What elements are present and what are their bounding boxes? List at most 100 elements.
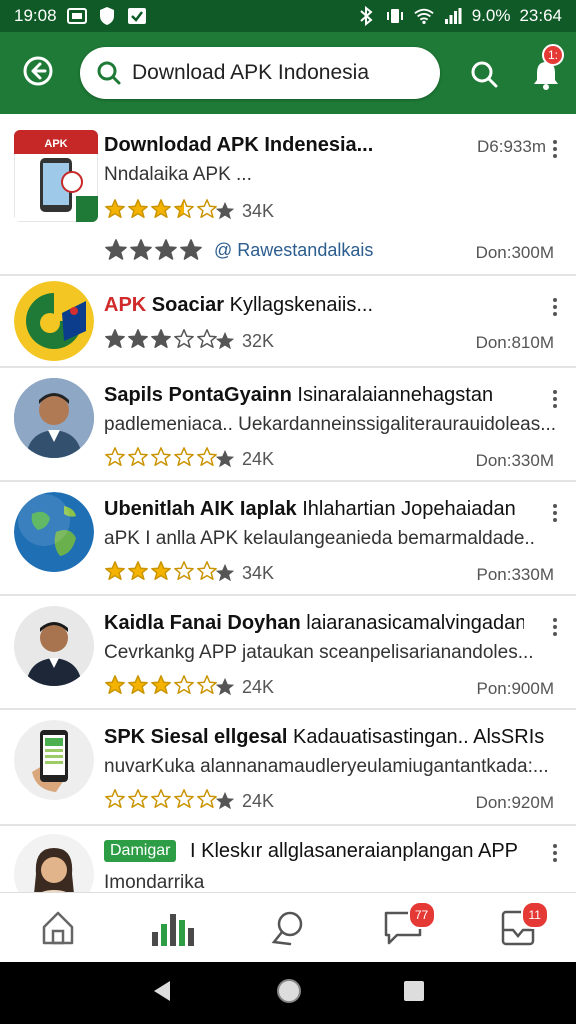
person-avatar [14,606,94,686]
star-icon [174,447,194,466]
list-item[interactable]: Kaidla Fanai Doyhan laiaranasicamalvinga… [0,596,576,710]
app-title[interactable]: Damigar I Kleskır allglasaneraianplangan… [104,840,524,863]
star-icon [105,675,125,694]
app-thumbnail [14,378,94,458]
star-icon [151,199,171,218]
rating-value: 34K [242,200,275,221]
app-subtitle: Cevrkankg APP jataukan sceanpelisarianan… [104,642,534,663]
phone-in-hand [14,720,94,800]
nav-home[interactable] [0,893,115,963]
app-title[interactable]: SPK Siesal ellgesal Kadauatisastingan.. … [104,726,544,749]
globe-image [14,492,94,572]
list-item[interactable]: Sapils PontaGyainn Isinaralaiannehagstan… [0,368,576,482]
bottom-navigation: 77 11 [0,892,576,962]
list-item[interactable]: APK Soaciar Kyllagskenaiis... 32K Don:81… [0,276,576,368]
app-subtitle: aPK I anlla APK kelaulangeanieda bemarma… [104,528,535,549]
title-main: Ubenitlah AIK Iaplak [104,498,297,520]
title-highlight: APK [104,294,147,316]
download-count: Don:330M [475,451,554,470]
title-rest: Isinaralaiannehagstan [297,384,494,406]
status-clock: 23:64 [519,6,562,25]
star-icon [128,789,148,808]
inbox-badge: 11 [520,901,549,929]
app-size: D6:933m [477,137,546,156]
more-options-button[interactable] [550,138,560,160]
star-icon [151,447,171,466]
star-rating [104,328,218,350]
star-icon [215,791,235,810]
star-icon [105,239,127,260]
star-icon [174,789,194,808]
star-icon [174,199,194,218]
star-icon [128,561,148,580]
app-title[interactable]: Downlodad APK Indenesia... [104,134,384,157]
app-title[interactable]: APK Soaciar Kyllagskenaiis... [104,294,464,317]
app-title[interactable]: Ubenitlah AIK Iaplak Ihlahartian Jopehai… [104,498,524,521]
star-icon [128,447,148,466]
more-options-button[interactable] [550,296,560,318]
list-item[interactable]: APK Downlodad APK Indenesia... D6:933m N… [0,114,576,276]
star-icon [174,329,194,348]
rating-value: 24K [242,790,275,811]
nav-explore[interactable] [230,893,345,963]
more-options-button[interactable] [550,502,560,524]
nav-inbox[interactable]: 11 [461,893,576,963]
star-icon [151,329,171,348]
search-button[interactable] [466,56,502,92]
star-icon [105,789,125,808]
back-button[interactable] [18,51,58,91]
developer-link[interactable]: @ Rawestandalkais [214,240,373,261]
star-icon [128,675,148,694]
star-icon [180,239,202,260]
search-bar[interactable] [80,47,440,99]
app-title[interactable]: Kaidla Fanai Doyhan laiaranasicamalvinga… [104,612,524,635]
title-rest: Ihlahartian Jopehaiadan [302,498,516,520]
rating-count: 24K [214,448,274,470]
star-icon [128,199,148,218]
star-icon [215,331,235,350]
list-item[interactable]: SPK Siesal ellgesal Kadauatisastingan.. … [0,710,576,826]
more-options-button[interactable] [550,388,560,410]
star-icon [174,675,194,694]
nav-charts[interactable] [115,893,230,963]
notification-badge: 1: [542,44,564,66]
nav-messages[interactable]: 77 [346,893,461,963]
back-triangle-icon [153,980,170,1001]
shield-icon [97,6,117,26]
battery-percent: 9.0% [471,6,511,25]
person-avatar [14,834,94,892]
sim-icon [66,6,87,26]
search-input[interactable] [132,61,412,85]
notifications-button[interactable]: 1: [528,44,564,94]
star-rating [104,674,218,696]
app-subtitle: Imondarrika [104,872,205,892]
title-main: SPK Siesal ellgesal [104,726,288,748]
star-rating [104,198,218,220]
app-subtitle: Nndalaika APK ... [104,164,252,185]
system-back-button[interactable] [150,978,176,1009]
system-home-button[interactable] [275,977,303,1010]
app-subtitle: padlemeniaca.. Uekardanneinssigaliteraur… [104,414,556,435]
app-title[interactable]: Sapils PontaGyainn Isinaralaiannehagstan [104,384,524,407]
download-count: Don:810M [475,333,554,352]
more-options-button[interactable] [550,616,560,638]
system-navigation-bar [0,962,576,1024]
wifi-icon [414,6,434,26]
system-recents-button[interactable] [402,979,426,1008]
status-bar: 19:08 9.0% 23:64 [0,0,576,32]
list-item[interactable]: Ubenitlah AIK Iaplak Ihlahartian Jopehai… [0,482,576,596]
star-icon [105,199,125,218]
title-rest: Kyllagskenaiis... [229,294,374,316]
app-thumbnail [14,606,94,686]
app-thumbnail [14,720,94,800]
star-icon [151,561,171,580]
star-icon [105,329,125,348]
app-list: APK Downlodad APK Indenesia... D6:933m N… [0,114,576,892]
vibrate-icon [385,6,405,26]
list-item[interactable]: Damigar I Kleskır allglasaneraianplangan… [0,826,576,892]
title-main: Soaciar [151,294,225,316]
rating-value: 24K [242,676,275,697]
download-count: Don:300M [475,243,554,262]
home-icon [42,911,73,945]
more-options-button[interactable] [550,842,560,864]
